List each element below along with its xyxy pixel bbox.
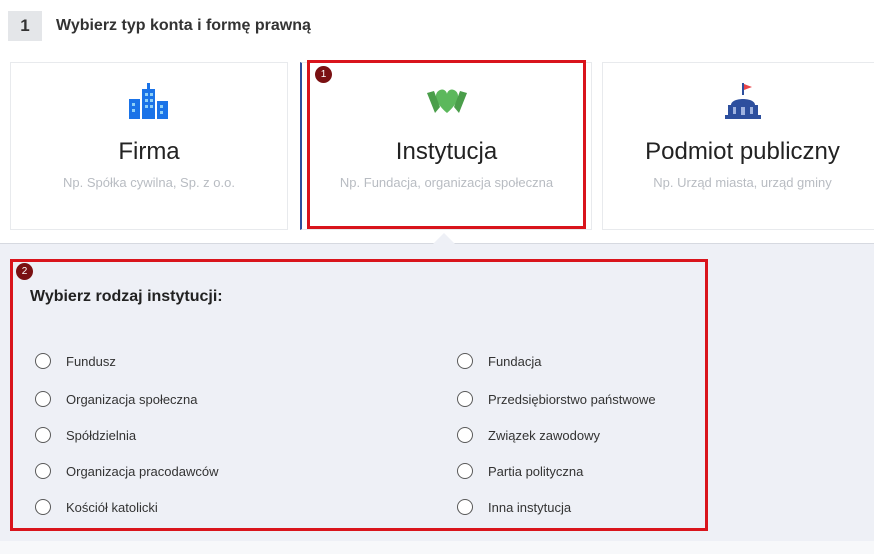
step-title: Wybierz typ konta i formę prawną bbox=[56, 17, 311, 34]
buildings-icon bbox=[129, 83, 168, 119]
account-type-card-podmiot-publiczny[interactable]: Podmiot publiczny Np. Urząd miasta, urzą… bbox=[602, 62, 874, 230]
panel-bottom-strip bbox=[0, 541, 874, 554]
card-description: Np. Urząd miasta, urząd gminy bbox=[653, 175, 832, 190]
annotation-badge-2: 2 bbox=[16, 263, 33, 280]
card-title: Firma bbox=[118, 138, 180, 165]
panel-pointer bbox=[433, 233, 455, 244]
highlight-box-instytucja bbox=[307, 60, 586, 229]
government-building-icon bbox=[724, 83, 761, 119]
step-number: 1 bbox=[8, 11, 42, 41]
step-header: 1 Wybierz typ konta i formę prawną bbox=[8, 11, 311, 41]
highlight-box-institution-types bbox=[10, 259, 708, 531]
annotation-badge-1: 1 bbox=[315, 66, 332, 83]
account-type-card-firma[interactable]: Firma Np. Spółka cywilna, Sp. z o.o. bbox=[10, 62, 288, 230]
card-description: Np. Spółka cywilna, Sp. z o.o. bbox=[63, 175, 235, 190]
card-title: Podmiot publiczny bbox=[645, 138, 840, 165]
